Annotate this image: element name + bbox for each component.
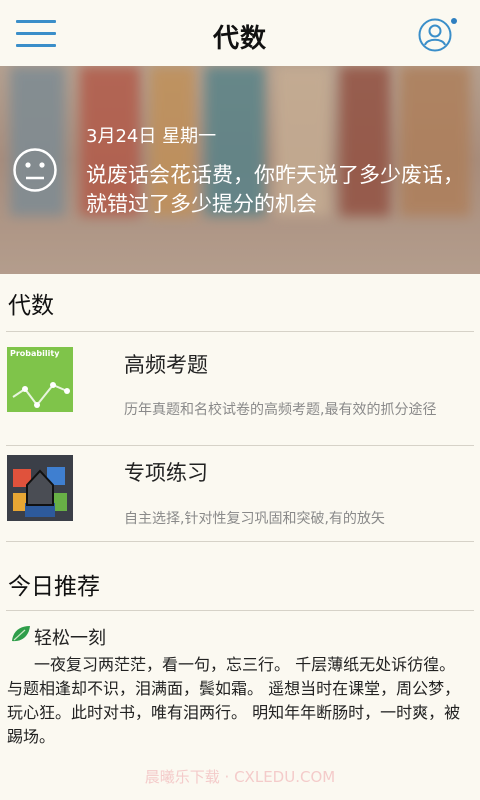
leaf-icon xyxy=(11,625,31,647)
user-profile-icon[interactable] xyxy=(418,18,452,52)
house-icon xyxy=(26,469,54,506)
item-description: 自主选择,针对性复习巩固和突破,有的放矢 xyxy=(124,511,385,527)
sad-face-icon xyxy=(12,147,58,197)
banner-quote: 说废话会花话费，你昨天说了多少废话，就错过了多少提分的机会 xyxy=(86,163,464,216)
probability-chart-thumbnail: Probability xyxy=(7,347,73,412)
banner-date: 3月24日 星期一 xyxy=(86,126,217,147)
item-title: 高频考题 xyxy=(124,353,208,377)
section-title: 代数 xyxy=(8,293,54,319)
item-description: 历年真题和名校试卷的高频考题,最有效的抓分途径 xyxy=(124,402,437,418)
app-header: 代数 xyxy=(0,0,480,66)
watermark: 晨曦乐下载 · CXLEDU.COM xyxy=(144,768,336,786)
recommend-label: 轻松一刻 xyxy=(34,628,106,649)
divider xyxy=(6,610,474,611)
line-graph-icon xyxy=(12,382,70,408)
recommend-text: 一夜复习两茫茫，看一句，忘三行。 千层薄纸无处诉彷徨。与题相逢却不识，泪满面，鬓… xyxy=(7,655,461,746)
item-title: 专项练习 xyxy=(124,461,208,485)
practice-blocks-thumbnail xyxy=(7,455,73,521)
notification-dot xyxy=(451,18,457,24)
divider xyxy=(6,541,474,542)
recommend-title: 今日推荐 xyxy=(8,574,100,600)
page-title: 代数 xyxy=(212,24,267,54)
